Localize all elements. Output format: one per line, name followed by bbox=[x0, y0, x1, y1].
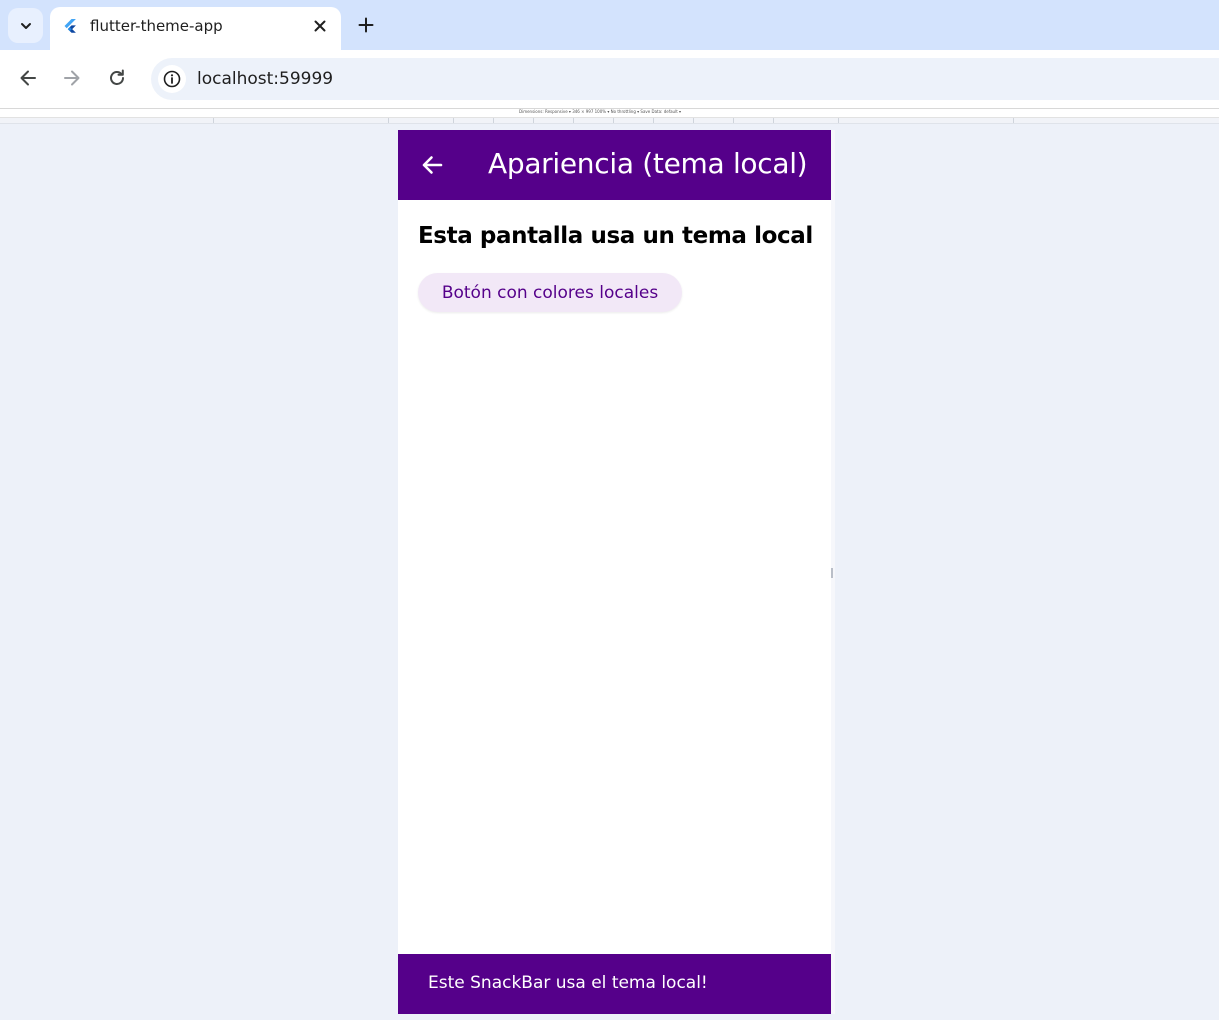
reload-icon bbox=[110, 69, 124, 85]
ruler-tick bbox=[453, 118, 454, 123]
site-info-button[interactable] bbox=[158, 65, 186, 93]
arrow-forward-icon bbox=[64, 70, 80, 86]
ruler-tick bbox=[733, 118, 734, 123]
forward-button[interactable] bbox=[60, 66, 84, 90]
arrow-back-icon bbox=[20, 70, 36, 86]
ruler-tick bbox=[388, 118, 389, 123]
browser-toolbar: localhost:59999 bbox=[0, 50, 1219, 108]
plus-icon bbox=[358, 17, 374, 33]
close-icon bbox=[314, 20, 326, 32]
ruler-tick bbox=[693, 118, 694, 123]
url-text[interactable]: localhost:59999 bbox=[197, 69, 333, 89]
ruler-tick bbox=[613, 118, 614, 123]
devtools-device-toolbar: Dimensions: Responsive ▾ 346 × 997 100% … bbox=[0, 108, 1219, 118]
ruler-tick bbox=[653, 118, 654, 123]
ruler-tick bbox=[573, 118, 574, 123]
app-back-button[interactable] bbox=[418, 151, 446, 179]
ruler-tick bbox=[533, 118, 534, 123]
browser-tab-active[interactable]: flutter-theme-app bbox=[50, 7, 341, 50]
snackbar-message: Este SnackBar usa el tema local! bbox=[428, 973, 708, 993]
tab-search-button[interactable] bbox=[8, 8, 43, 43]
browser-tab-strip: flutter-theme-app bbox=[0, 0, 1219, 50]
viewport-resize-handle[interactable] bbox=[831, 568, 833, 578]
address-bar[interactable]: localhost:59999 bbox=[151, 58, 1219, 100]
arrow-back-icon bbox=[422, 156, 443, 174]
screen-heading: Esta pantalla usa un tema local bbox=[418, 223, 813, 249]
new-tab-button[interactable] bbox=[354, 13, 378, 37]
local-colors-button[interactable]: Botón con colores locales bbox=[418, 273, 682, 312]
ruler-tick bbox=[1013, 118, 1014, 123]
ruler-tick bbox=[773, 118, 774, 123]
ruler-tick bbox=[213, 118, 214, 123]
close-tab-button[interactable] bbox=[311, 17, 329, 35]
tab-title: flutter-theme-app bbox=[90, 17, 223, 35]
flutter-icon bbox=[64, 19, 76, 33]
devtools-device-settings[interactable]: Dimensions: Responsive ▾ 346 × 997 100% … bbox=[519, 109, 681, 114]
back-button[interactable] bbox=[16, 66, 40, 90]
reload-button[interactable] bbox=[105, 66, 129, 90]
chevron-down-icon bbox=[20, 22, 31, 29]
ruler-tick bbox=[493, 118, 494, 123]
snackbar: Este SnackBar usa el tema local! bbox=[398, 954, 831, 1014]
info-icon bbox=[163, 70, 181, 88]
ruler-tick bbox=[838, 118, 839, 123]
page-title: Apariencia (tema local) bbox=[488, 147, 808, 180]
app-bar: Apariencia (tema local) bbox=[398, 130, 831, 200]
app-viewport: Apariencia (tema local) Esta pantalla us… bbox=[398, 130, 831, 1014]
